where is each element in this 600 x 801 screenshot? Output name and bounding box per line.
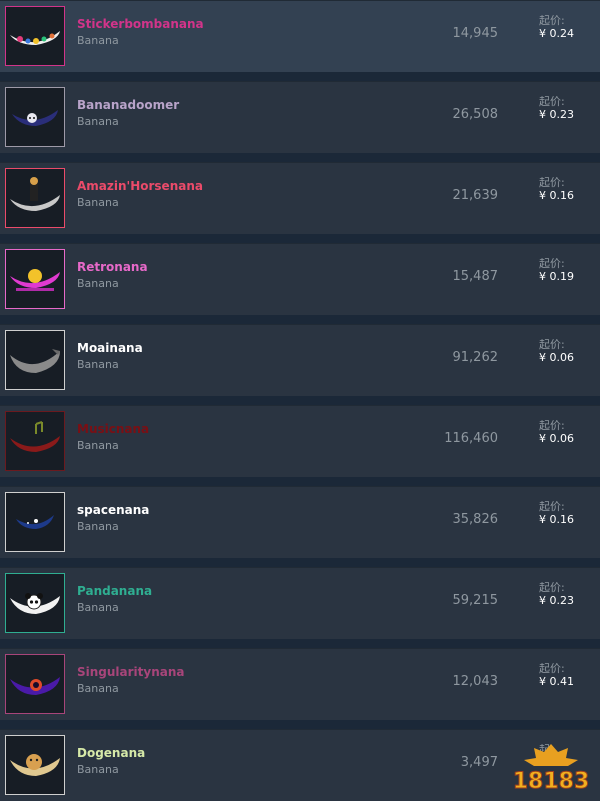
banana-moai-icon bbox=[10, 349, 60, 373]
item-quantity: 3,497 bbox=[460, 755, 498, 770]
listing-row[interactable]: spacenana Banana 35,826 起价: ¥ 0.16 bbox=[0, 486, 600, 558]
item-quantity: 12,043 bbox=[452, 674, 499, 689]
item-quantity: 59,215 bbox=[452, 593, 499, 608]
banana-space-icon bbox=[16, 515, 54, 529]
banana-retro-icon bbox=[10, 269, 60, 291]
price-label: 起价: bbox=[539, 338, 565, 351]
item-game: Banana bbox=[77, 34, 119, 47]
item-name[interactable]: Musicnana bbox=[77, 422, 149, 436]
item-game: Banana bbox=[77, 763, 119, 776]
market-listing: Stickerbombanana Banana 14,945 起价: ¥ 0.2… bbox=[0, 0, 600, 801]
item-game: Banana bbox=[77, 439, 119, 452]
banana-horse-icon bbox=[10, 177, 60, 211]
watermark-logo: 18183 bbox=[512, 744, 590, 794]
item-quantity: 21,639 bbox=[452, 188, 499, 203]
item-game: Banana bbox=[77, 115, 119, 128]
item-price: ¥ 0.16 bbox=[539, 189, 574, 202]
item-thumbnail bbox=[5, 6, 65, 66]
item-thumbnail bbox=[5, 330, 65, 390]
item-game: Banana bbox=[77, 196, 119, 209]
item-name[interactable]: Singularitynana bbox=[77, 665, 185, 679]
listing-row[interactable]: Retronana Banana 15,487 起价: ¥ 0.19 bbox=[0, 243, 600, 315]
item-thumbnail bbox=[5, 168, 65, 228]
price-label: 起价: bbox=[539, 95, 565, 108]
item-name[interactable]: Stickerbombanana bbox=[77, 17, 204, 31]
price-label: 起价: bbox=[539, 176, 565, 189]
item-quantity: 35,826 bbox=[452, 512, 499, 527]
price-label: 起价: bbox=[539, 257, 565, 270]
listing-row[interactable]: Pandanana Banana 59,215 起价: ¥ 0.23 bbox=[0, 567, 600, 639]
item-thumbnail bbox=[5, 411, 65, 471]
item-quantity: 91,262 bbox=[452, 350, 499, 365]
item-quantity: 15,487 bbox=[452, 269, 499, 284]
banana-sticker-icon bbox=[10, 31, 60, 45]
price-label: 起价: bbox=[539, 14, 565, 27]
item-name[interactable]: Pandanana bbox=[77, 584, 152, 598]
item-name[interactable]: Amazin'Horsenana bbox=[77, 179, 203, 193]
item-game: Banana bbox=[77, 601, 119, 614]
listing-row[interactable]: Moainana Banana 91,262 起价: ¥ 0.06 bbox=[0, 324, 600, 396]
item-thumbnail bbox=[5, 87, 65, 147]
listing-row[interactable]: Bananadoomer Banana 26,508 起价: ¥ 0.23 bbox=[0, 81, 600, 153]
item-name[interactable]: spacenana bbox=[77, 503, 149, 517]
item-price: ¥ 0.19 bbox=[539, 270, 574, 283]
banana-music-icon bbox=[10, 421, 60, 452]
item-quantity: 116,460 bbox=[444, 431, 498, 446]
listing-row[interactable]: Stickerbombanana Banana 14,945 起价: ¥ 0.2… bbox=[0, 0, 600, 72]
item-price: ¥ 0.23 bbox=[539, 108, 574, 121]
item-price: ¥ 0.23 bbox=[539, 594, 574, 607]
price-label: 起价: bbox=[539, 662, 565, 675]
item-name[interactable]: Dogenana bbox=[77, 746, 145, 760]
item-price: ¥ 0.41 bbox=[539, 675, 574, 688]
item-game: Banana bbox=[77, 520, 119, 533]
item-thumbnail bbox=[5, 492, 65, 552]
banana-panda-icon bbox=[10, 593, 60, 614]
item-game: Banana bbox=[77, 277, 119, 290]
watermark-text: 18183 bbox=[513, 769, 590, 794]
item-name[interactable]: Moainana bbox=[77, 341, 143, 355]
price-label: 起价: bbox=[539, 500, 565, 513]
item-price: ¥ 0.24 bbox=[539, 27, 574, 40]
item-price: ¥ 0.06 bbox=[539, 351, 574, 364]
item-game: Banana bbox=[77, 358, 119, 371]
price-label: 起价: bbox=[539, 419, 565, 432]
item-thumbnail bbox=[5, 654, 65, 714]
item-price: ¥ 0.16 bbox=[539, 513, 574, 526]
item-price: ¥ 0.06 bbox=[539, 432, 574, 445]
price-label: 起价: bbox=[539, 581, 565, 594]
item-game: Banana bbox=[77, 682, 119, 695]
item-quantity: 14,945 bbox=[452, 26, 499, 41]
item-thumbnail bbox=[5, 573, 65, 633]
banana-doomer-icon bbox=[12, 110, 58, 126]
item-name[interactable]: Retronana bbox=[77, 260, 148, 274]
item-thumbnail bbox=[5, 735, 65, 795]
item-name[interactable]: Bananadoomer bbox=[77, 98, 179, 112]
banana-doge-icon bbox=[10, 754, 60, 776]
listing-row[interactable]: Amazin'Horsenana Banana 21,639 起价: ¥ 0.1… bbox=[0, 162, 600, 234]
listing-row[interactable]: Singularitynana Banana 12,043 起价: ¥ 0.41 bbox=[0, 648, 600, 720]
item-quantity: 26,508 bbox=[452, 107, 499, 122]
listing-row[interactable]: Musicnana Banana 116,460 起价: ¥ 0.06 bbox=[0, 405, 600, 477]
item-thumbnail bbox=[5, 249, 65, 309]
banana-singularity-icon bbox=[10, 677, 60, 695]
